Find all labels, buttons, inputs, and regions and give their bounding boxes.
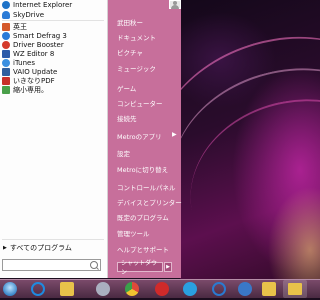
menu-item-metro-apps[interactable]: Metroのアプリ ▶ [117, 131, 177, 141]
menu-item-label: Metroに切り替え [117, 166, 169, 174]
taskbar [0, 279, 320, 298]
menu-item-control-panel[interactable]: コントロールパネル [117, 182, 176, 192]
red-app-icon[interactable] [155, 282, 169, 296]
menu-item-label: 接続先 [117, 115, 137, 123]
menu-item-label: 設定 [117, 150, 130, 158]
program-skydrive[interactable]: SkyDrive [2, 10, 105, 19]
eiou-app-icon [2, 22, 10, 31]
shutdown-options-icon[interactable]: ▶ [164, 262, 172, 272]
chrome-icon[interactable] [125, 282, 139, 296]
program-label: VAIO Update [13, 67, 58, 76]
menu-item-documents[interactable]: ドキュメント [117, 32, 156, 42]
program-driver-booster[interactable]: Driver Booster [2, 40, 105, 49]
file-explorer-icon[interactable] [60, 282, 74, 296]
ikinari-pdf-icon [2, 76, 10, 85]
all-programs-divider [2, 239, 104, 240]
driver-booster-icon [2, 40, 10, 49]
menu-item-admin-tools[interactable]: 管理ツール [117, 228, 150, 238]
menu-item-label: 既定のプログラム [117, 214, 169, 222]
menu-item-label: Metroのアプリ [117, 133, 162, 141]
menu-item-default-programs[interactable]: 既定のプログラム [117, 212, 169, 222]
search-box[interactable] [2, 259, 101, 271]
menu-item-music[interactable]: ミュージック [117, 63, 156, 73]
submenu-arrow-icon: ▶ [172, 131, 177, 138]
menu-item-label: デバイスとプリンター [117, 199, 182, 207]
menu-item-label: ピクチャ [117, 49, 143, 57]
wz-editor-icon [2, 49, 10, 58]
program-eiou[interactable]: 英王 [2, 22, 105, 31]
program-itunes[interactable]: iTunes [2, 58, 105, 67]
user-avatar[interactable] [169, 0, 181, 9]
menu-item-games[interactable]: ゲーム [117, 83, 136, 93]
program-label: 英王 [13, 22, 27, 31]
folder-active-icon [288, 283, 302, 295]
menu-item-switch-to-metro[interactable]: Metroに切り替え [117, 164, 168, 174]
menu-item-user-name[interactable]: 武田秋ー [117, 17, 143, 27]
menu-item-label: コンピューター [117, 100, 163, 108]
program-internet-explorer[interactable]: Internet Explorer [2, 0, 105, 9]
shutdown-label: シャットダウン [121, 260, 158, 276]
start-menu-program-list: Internet Explorer SkyDrive 英王 Smart Defr… [0, 0, 108, 278]
program-label: SkyDrive [13, 10, 45, 19]
vaio-update-icon [2, 67, 10, 76]
skydrive-icon [2, 10, 10, 19]
search-icon[interactable] [90, 261, 98, 269]
start-orb-icon[interactable] [3, 282, 17, 296]
itunes-icon [2, 58, 10, 67]
program-wz-editor[interactable]: WZ Editor 8 [2, 49, 105, 58]
program-label: Internet Explorer [13, 0, 73, 9]
menu-item-devices-and-printers[interactable]: デバイスとプリンター [117, 197, 182, 207]
menu-item-label: 武田秋ー [117, 19, 143, 27]
internet-explorer-icon[interactable] [31, 282, 45, 296]
all-programs-button[interactable]: ▶ すべてのプログラム [3, 243, 72, 253]
folder-active-button[interactable] [283, 280, 307, 298]
menu-item-settings[interactable]: 設定 [117, 148, 130, 158]
blue-app-icon[interactable] [183, 282, 197, 296]
folder-icon[interactable] [262, 282, 276, 296]
program-label: Driver Booster [13, 40, 64, 49]
system-tool-icon[interactable] [96, 282, 110, 296]
internet-explorer-icon [2, 0, 10, 9]
menu-item-label: ドキュメント [117, 34, 156, 42]
arrow-right-icon: ▶ [3, 245, 7, 251]
program-smart-defrag[interactable]: Smart Defrag 3 [2, 31, 105, 40]
menu-item-label: 管理ツール [117, 230, 150, 238]
program-label: WZ Editor 8 [13, 49, 55, 58]
shukusho-senyou-icon [2, 85, 10, 94]
smart-defrag-icon [2, 31, 10, 40]
menu-item-label: ゲーム [117, 85, 137, 93]
menu-item-connect-to[interactable]: 接続先 [117, 113, 137, 123]
c-app-icon[interactable] [212, 282, 226, 296]
settings-app-icon[interactable] [238, 282, 252, 296]
shutdown-button[interactable]: シャットダウン ▶ [117, 260, 172, 276]
desktop-wallpaper [125, 0, 320, 300]
start-menu-places-pane: 武田秋ー ドキュメント ピクチャ ミュージック ゲーム コンピューター 接続先 … [108, 0, 182, 278]
menu-item-pictures[interactable]: ピクチャ [117, 47, 143, 57]
all-programs-label: すべてのプログラム [9, 244, 72, 252]
menu-item-label: ヘルプとサポート [117, 246, 169, 254]
menu-item-label: ミュージック [117, 65, 156, 73]
program-label: Smart Defrag 3 [13, 31, 67, 40]
program-shukusho-senyou[interactable]: 縮小専用。 [2, 85, 105, 94]
program-label: 縮小専用。 [13, 85, 48, 94]
menu-item-label: コントロールパネル [117, 184, 176, 192]
menu-item-computer[interactable]: コンピューター [117, 98, 163, 108]
menu-item-help-and-support[interactable]: ヘルプとサポート [117, 244, 169, 254]
program-label: iTunes [13, 58, 35, 67]
user-body-icon [171, 5, 179, 9]
